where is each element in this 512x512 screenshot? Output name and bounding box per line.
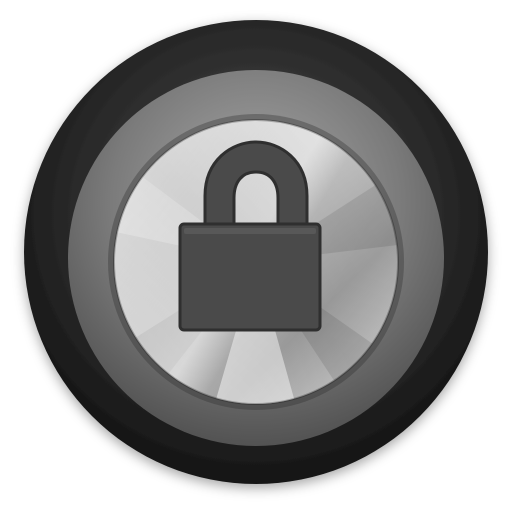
lock-app-icon[interactable]: [0, 0, 512, 512]
padlock-body: [178, 222, 322, 332]
lock-icon-graphic: [24, 20, 488, 484]
